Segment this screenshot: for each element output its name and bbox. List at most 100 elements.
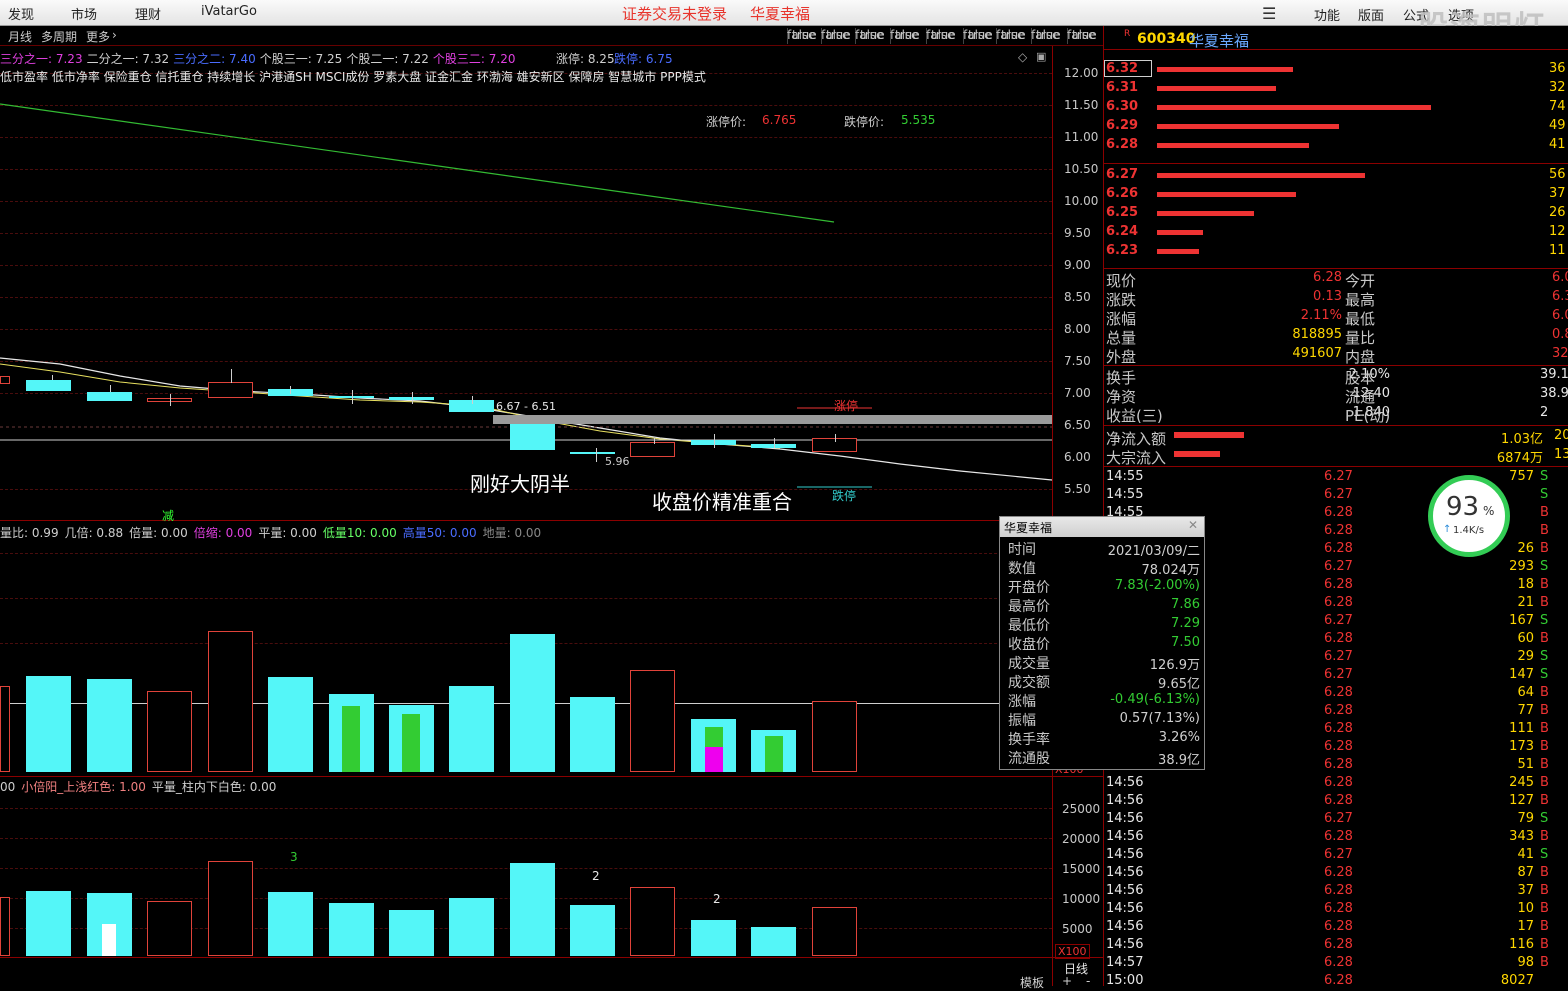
- candle-wick: [412, 392, 413, 404]
- stat-label: 总量: [1106, 329, 1137, 347]
- popup-value: 38.9亿: [1158, 753, 1200, 768]
- volume-low-mark: [402, 714, 420, 772]
- chevron-right-icon[interactable]: ›: [112, 28, 117, 42]
- [interactable]: false: [1031, 28, 1060, 44]
- volume-legend-item: 低量10: 0.00: [322, 526, 397, 540]
- candle-body: [26, 380, 71, 391]
- indicator-bar: [630, 887, 675, 956]
- indicator-bar: [691, 920, 736, 956]
- menu-list-icon[interactable]: ☰: [1262, 4, 1276, 23]
- tick-time: 14:55: [1106, 469, 1144, 484]
- popup-value: 7.50: [1171, 635, 1200, 650]
- popup-value: -0.49(-6.13%): [1110, 692, 1200, 707]
- menu-function[interactable]: 功能: [1314, 5, 1340, 24]
- bid-bar: [1157, 173, 1365, 178]
- tick-row: 14:56 6.28 343 B: [1104, 829, 1568, 847]
- popup-label: 涨幅: [1008, 694, 1036, 710]
- bid-price: 6.24: [1106, 224, 1139, 239]
- ask-bar: [1157, 124, 1339, 129]
- stat-value2: 6.0: [1552, 270, 1568, 285]
- stat-value2: 6.3: [1552, 289, 1568, 304]
- tick-price: 6.28: [1324, 505, 1353, 520]
- [interactable]: false: [1067, 28, 1096, 44]
- tick-price: 6.28: [1324, 919, 1353, 934]
- bid-volume: 37: [1549, 186, 1566, 201]
- popup-label: 成交量: [1008, 656, 1050, 672]
- close-icon[interactable]: ✕: [1188, 518, 1198, 532]
- tick-side: S: [1540, 487, 1549, 502]
- stat-label2: PE(动): [1345, 407, 1391, 425]
- indicator-count: 2: [713, 892, 721, 906]
- indicator-legend-item: 00: [0, 780, 16, 794]
- candle-wick: [110, 385, 111, 392]
- tick-side: S: [1540, 811, 1549, 826]
- top-menu-bar: 发现 市场 理财 iVatarGo 证券交易未登录 华夏幸福 ☰ 功能 版面 公…: [0, 0, 1568, 45]
- bid-volume: 12: [1549, 224, 1566, 239]
- tick-price: 6.28: [1324, 829, 1353, 844]
- period-monthly[interactable]: 月线: [8, 28, 32, 45]
- indicator-bar: [329, 903, 374, 956]
- multi-period-button[interactable]: 多周期: [41, 28, 77, 45]
- stat-label2: 内盘: [1345, 348, 1376, 366]
- price-axis-label: 6.00: [1064, 450, 1091, 464]
- tick-volume: 64: [1517, 685, 1534, 700]
- tick-volume: 41: [1517, 847, 1534, 862]
- tick-side: B: [1540, 631, 1549, 646]
- nav-market[interactable]: 市场: [71, 4, 97, 23]
- nav-ivatargo[interactable]: iVatarGo: [201, 4, 257, 19]
- ask-volume: 74: [1549, 99, 1566, 114]
- annotation-close-match: 收盘价精准重合: [652, 490, 792, 514]
- popup-label: 开盘价: [1008, 580, 1050, 596]
- [interactable]: false: [890, 28, 919, 44]
- tick-side: B: [1540, 865, 1549, 880]
- panel-divider: [0, 957, 1104, 958]
- candle-wick: [472, 396, 473, 404]
- more-button[interactable]: 更多: [86, 28, 110, 45]
- tick-volume: 77: [1517, 703, 1534, 718]
- popup-label: 成交额: [1008, 675, 1050, 691]
- ask-price: 6.30: [1106, 99, 1139, 114]
- flow-label: 净流入额: [1106, 430, 1167, 448]
- [interactable]: false: [996, 28, 1025, 44]
- volume-bar: [87, 679, 132, 772]
- nav-discover[interactable]: 发现: [8, 4, 34, 23]
- tick-price: 6.27: [1324, 667, 1353, 682]
- [interactable]: false: [787, 28, 816, 44]
- tick-row: 14:56 6.28 37 B: [1104, 883, 1568, 901]
- volume-bar: [510, 634, 555, 772]
- stat-label2: 流通: [1345, 388, 1376, 406]
- [interactable]: false: [821, 28, 850, 44]
- grid-line: [0, 553, 1052, 554]
- title-stock-name: 华夏幸福: [750, 5, 811, 23]
- r-badge: R: [1124, 29, 1131, 39]
- popup-value: 0.57(7.13%): [1119, 711, 1200, 726]
- login-notice[interactable]: 证券交易未登录: [622, 3, 727, 24]
- indicator-white-mark: [102, 924, 116, 956]
- stat-label2: 量比: [1345, 329, 1376, 347]
- tick-time: 14:56: [1106, 901, 1144, 916]
- [interactable]: false: [963, 28, 992, 44]
- candle-wick: [774, 438, 775, 448]
- price-axis-label: 11.50: [1064, 98, 1099, 112]
- tick-price: 6.28: [1324, 901, 1353, 916]
- tab-template[interactable]: 模板: [1020, 974, 1044, 991]
- tick-side: S: [1540, 469, 1549, 484]
- stat-label: 涨幅: [1106, 310, 1137, 328]
- volume-bar: [449, 686, 494, 772]
- price-axis-label: 6.50: [1064, 418, 1091, 432]
- flow-value: 6874万: [1496, 451, 1543, 466]
- popup-label: 数值: [1008, 561, 1036, 577]
- limit-down-tag: 跌停: [832, 489, 857, 503]
- tick-row: 14:57 6.28 98 B: [1104, 955, 1568, 973]
- tick-price: 6.28: [1324, 685, 1353, 700]
- nav-finance[interactable]: 理财: [135, 4, 161, 23]
- indicator-bar: [510, 863, 555, 956]
- grid-line: [0, 598, 1052, 599]
- [interactable]: false: [855, 28, 884, 44]
- tick-volume: 10: [1517, 901, 1534, 916]
- [interactable]: false: [926, 28, 955, 44]
- menu-layout[interactable]: 版面: [1358, 5, 1384, 24]
- tick-volume: 147: [1509, 667, 1534, 682]
- volume-bar: [812, 701, 857, 772]
- stats-divider: [1104, 466, 1568, 467]
